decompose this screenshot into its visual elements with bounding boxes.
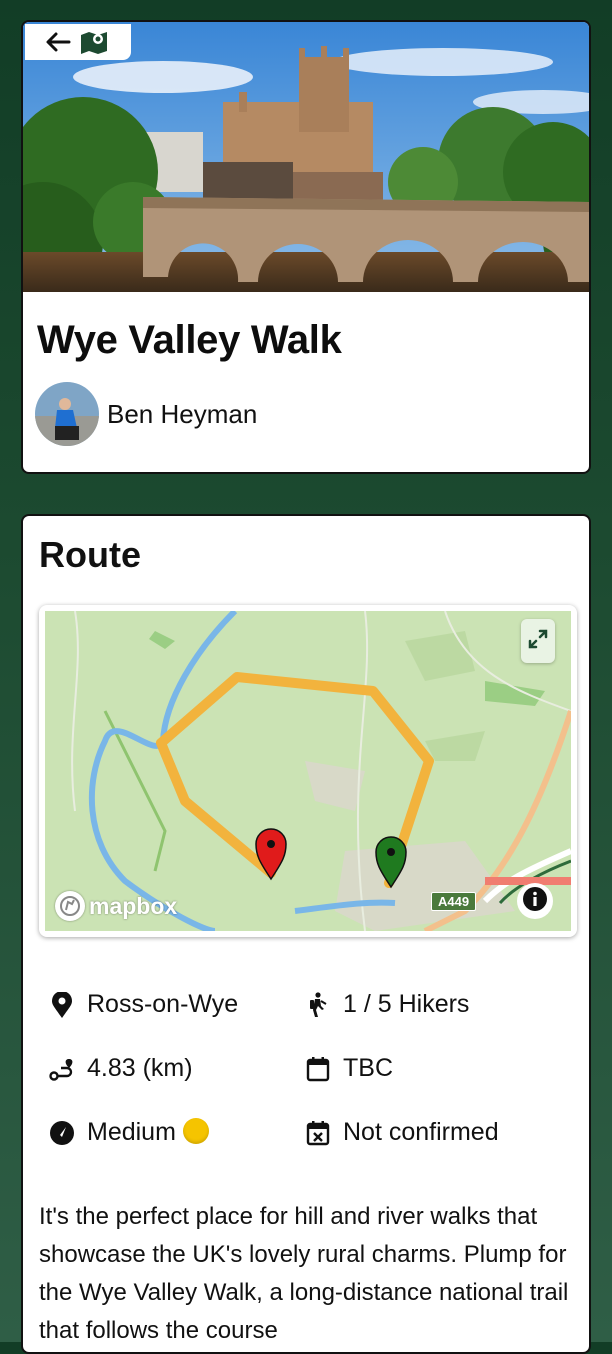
location-pin-icon [49,991,75,1018]
hiker-icon [305,991,331,1018]
info-icon [522,886,548,917]
section-title: Route [39,534,141,575]
distance-stat: 4.83 (km) [49,1054,193,1083]
map-info-button[interactable] [517,883,553,919]
hikers-stat: 1 / 5 Hikers [305,990,469,1019]
avatar [35,382,99,446]
date-stat: TBC [305,1054,393,1083]
mapbox-logo-icon [55,891,85,921]
date-text: TBC [343,1054,393,1082]
route-card: Route A449 mapbox Ross-on-Wye 1 / 5 Hike… [21,514,591,1354]
expand-icon [527,628,549,655]
status-stat: Not confirmed [305,1118,499,1147]
difficulty-stat: Medium [49,1118,209,1147]
location-stat: Ross-on-Wye [49,990,238,1019]
walk-description: It's the perfect place for hill and rive… [39,1203,569,1344]
hikers-text: 1 / 5 Hikers [343,990,470,1018]
author-name: Ben Heyman [107,398,258,429]
mapbox-wordmark: mapbox [89,892,178,919]
author[interactable]: Ben Heyman [35,382,257,446]
gauge-icon [49,1120,75,1146]
walk-hero-image [23,22,589,292]
calendar-x-icon [305,1120,331,1146]
road-label: A449 [431,892,477,911]
difficulty-dot-icon [182,1118,209,1144]
walk-title: Wye Valley Walk [37,318,342,362]
arrow-left-icon [45,31,71,53]
location-text: Ross-on-Wye [87,990,239,1018]
route-map[interactable]: A449 mapbox [39,605,577,937]
route-distance-icon [49,1056,75,1082]
map-icon [79,29,109,55]
distance-text: 4.83 (km) [87,1054,193,1082]
difficulty-text: Medium [87,1118,176,1146]
calendar-icon [305,1056,331,1082]
status-text: Not confirmed [343,1118,499,1146]
expand-map-button[interactable] [521,619,555,663]
mapbox-attribution[interactable]: mapbox [55,891,177,921]
back-to-map-button[interactable] [25,24,131,60]
walk-header-card: Wye Valley Walk Ben Heyman [21,20,591,474]
